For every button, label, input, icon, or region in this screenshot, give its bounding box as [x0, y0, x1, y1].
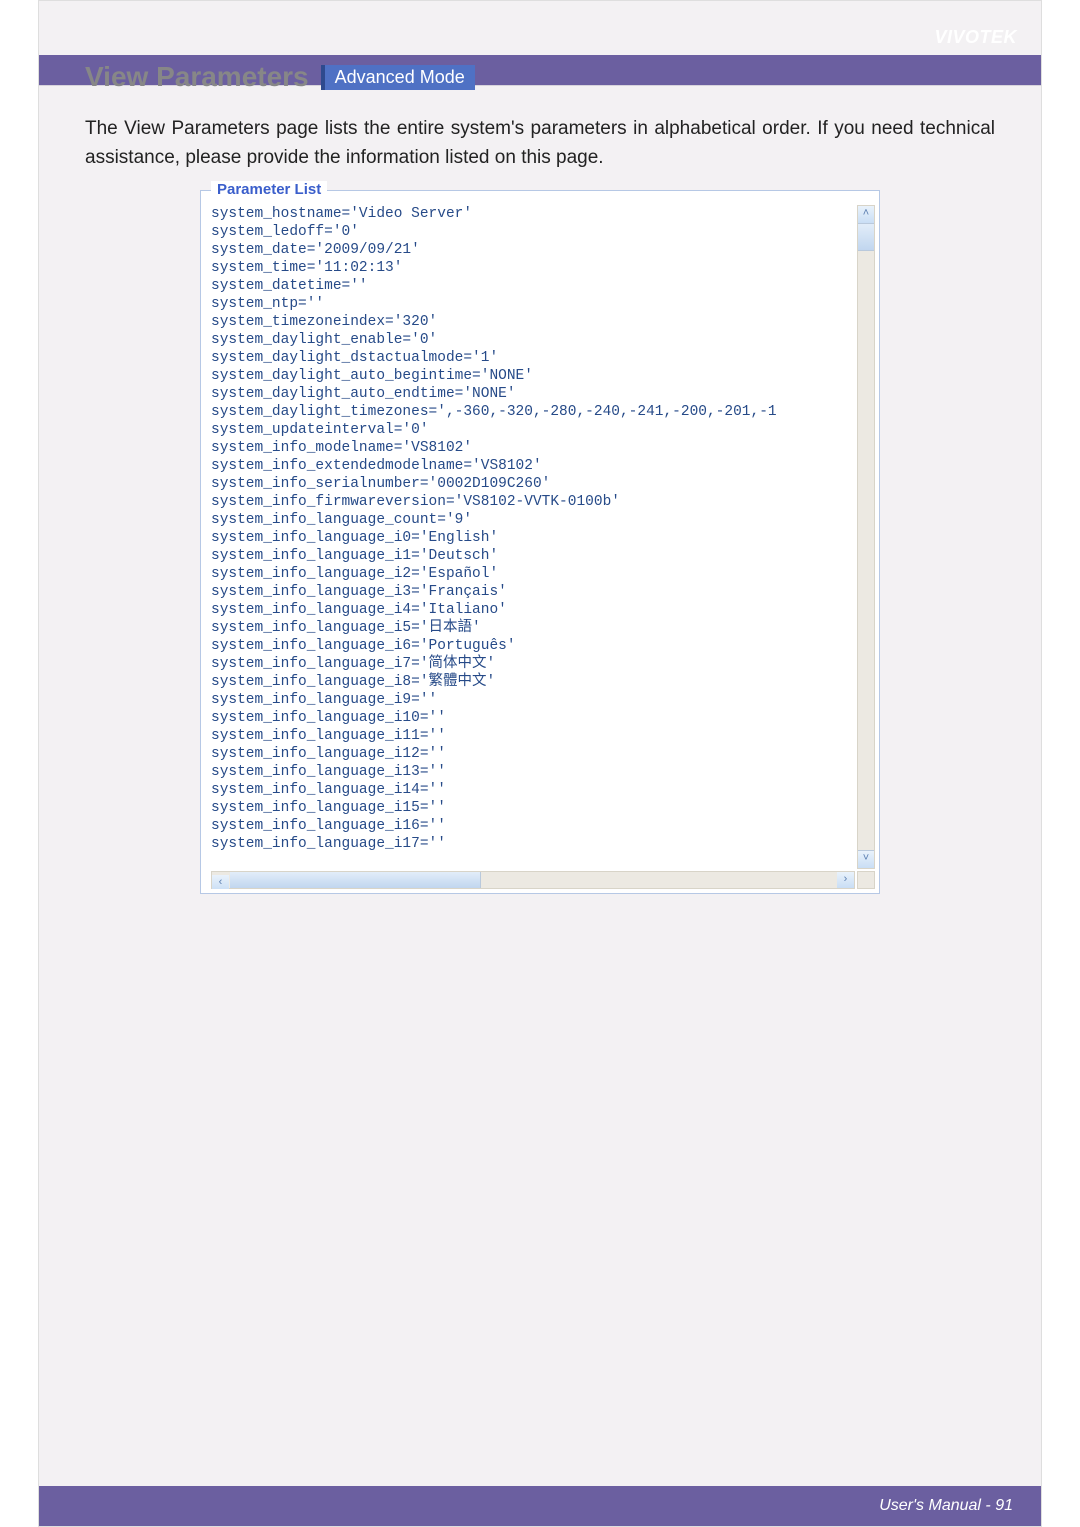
chevron-right-icon: ›	[844, 873, 848, 885]
scroll-down-button[interactable]: ˅	[858, 850, 874, 868]
title-row: View Parameters Advanced Mode	[85, 61, 995, 93]
vertical-scrollbar[interactable]: ˄ ˅	[857, 205, 875, 869]
horizontal-scroll-thumb[interactable]	[230, 872, 481, 888]
scroll-left-button[interactable]: ‹	[212, 875, 229, 889]
scroll-right-button[interactable]: ›	[837, 872, 854, 888]
scroll-up-button[interactable]: ˄	[858, 206, 874, 224]
intro-paragraph: The View Parameters page lists the entir…	[85, 115, 995, 172]
scrollbar-corner	[857, 871, 875, 889]
vertical-scroll-thumb[interactable]	[858, 224, 874, 251]
advanced-mode-badge: Advanced Mode	[321, 65, 475, 90]
chevron-down-icon: ˅	[863, 852, 869, 864]
chevron-left-icon: ‹	[219, 876, 223, 888]
page-title: View Parameters	[85, 61, 309, 93]
page-footer: User's Manual - 91	[39, 1486, 1041, 1526]
parameter-scroll-area: system_hostname='Video Server' system_le…	[211, 205, 875, 889]
chevron-up-icon: ˄	[863, 207, 869, 219]
content-area: View Parameters Advanced Mode The View P…	[39, 1, 1041, 894]
horizontal-scrollbar[interactable]: ‹ ›	[211, 871, 855, 889]
parameter-fieldset: Parameter List system_hostname='Video Se…	[200, 190, 880, 894]
parameter-legend: Parameter List	[211, 181, 327, 198]
parameter-text[interactable]: system_hostname='Video Server' system_le…	[211, 205, 855, 869]
document-page: VIVOTEK View Parameters Advanced Mode Th…	[38, 0, 1042, 1527]
parameter-panel: Parameter List system_hostname='Video Se…	[200, 190, 880, 894]
